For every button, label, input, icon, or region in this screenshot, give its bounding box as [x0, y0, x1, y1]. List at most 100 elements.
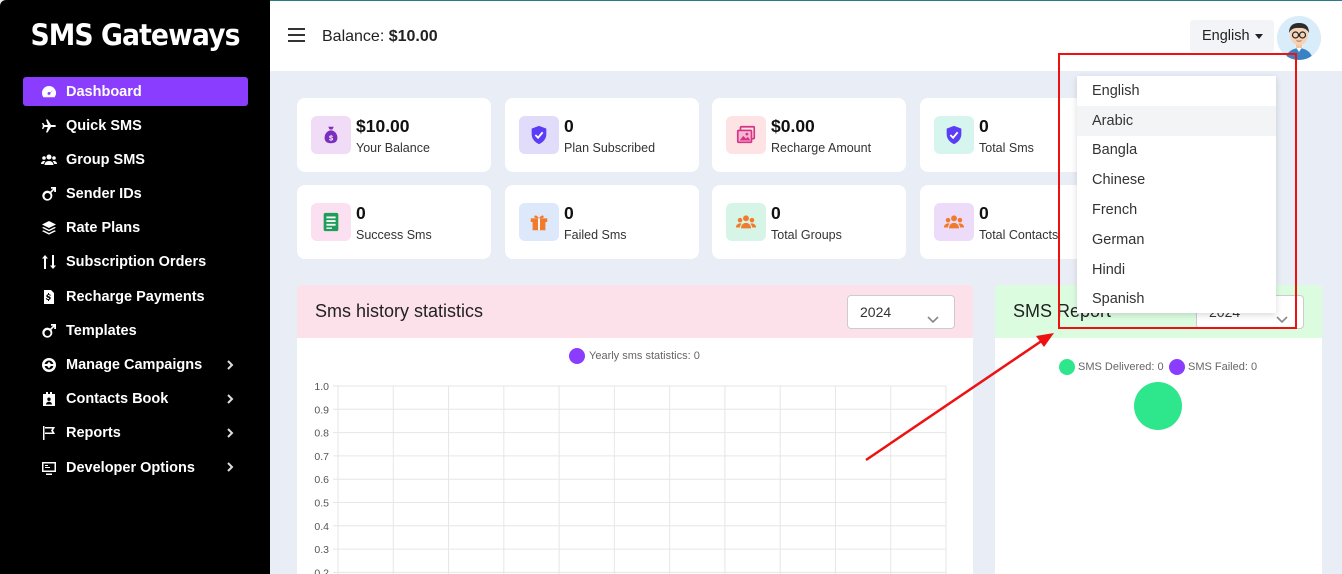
- stat-value: 0: [356, 203, 366, 223]
- chevron-right-icon: [224, 359, 236, 371]
- sidebar-item-label: Subscription Orders: [66, 254, 207, 271]
- legend-swatch: [569, 348, 585, 364]
- history-year-select[interactable]: 2024: [847, 295, 955, 329]
- chevron-down-icon: [926, 305, 940, 324]
- sidebar-item-manage-campaigns[interactable]: Manage Campaigns: [23, 351, 248, 380]
- stat-value: 0: [979, 203, 989, 223]
- stat-card-your-balance: $ $10.00 Your Balance: [297, 98, 491, 172]
- campaign-icon: [40, 357, 58, 373]
- gauge-icon: [40, 84, 58, 100]
- y-tick-label: 0.6: [314, 474, 329, 486]
- shield-check-icon: [934, 116, 974, 154]
- language-selector[interactable]: English: [1190, 20, 1274, 52]
- contact-card-icon: [40, 391, 58, 407]
- stat-card-total-groups: 0 Total Groups: [712, 185, 906, 259]
- y-tick-label: 0.4: [314, 521, 329, 533]
- menu-toggle-icon[interactable]: [288, 28, 305, 42]
- y-tick-label: 0.5: [314, 498, 329, 510]
- money-bag-icon: $: [311, 116, 351, 154]
- balance-display: Balance: $10.00: [322, 28, 438, 46]
- gift-icon: [519, 203, 559, 241]
- stat-label: Failed Sms: [564, 228, 627, 242]
- sidebar-item-quick-sms[interactable]: Quick SMS: [23, 111, 248, 140]
- stat-card-plan-subscribed: 0 Plan Subscribed: [505, 98, 699, 172]
- y-tick-label: 1.0: [314, 381, 329, 393]
- stat-value: $10.00: [356, 116, 410, 136]
- y-tick-label: 0.2: [314, 567, 329, 574]
- annotation-highlight-box: [1058, 53, 1297, 329]
- sidebar-item-reports[interactable]: Reports: [23, 419, 248, 448]
- group-icon: [726, 203, 766, 241]
- sms-history-title: Sms history statistics: [315, 301, 484, 321]
- sheet-icon: [311, 203, 351, 241]
- sidebar-item-label: Dashboard: [66, 83, 142, 100]
- sidebar-item-sender-ids[interactable]: Sender IDs: [23, 180, 248, 209]
- invoice-icon: [40, 289, 58, 305]
- legend-label: Yearly sms statistics: 0: [589, 350, 700, 362]
- legend-label: SMS Delivered: 0: [1078, 361, 1164, 373]
- balance-value: $10.00: [388, 28, 438, 45]
- sidebar-item-contacts-book[interactable]: Contacts Book: [23, 385, 248, 414]
- stat-label: Recharge Amount: [771, 141, 872, 155]
- male-icon: [40, 323, 58, 339]
- sidebar-item-label: Rate Plans: [66, 220, 141, 237]
- layers-icon: [40, 220, 58, 236]
- sort-icon: [40, 254, 58, 270]
- sidebar-item-subscription-orders[interactable]: Subscription Orders: [23, 248, 248, 277]
- sidebar-item-developer-options[interactable]: Developer Options: [23, 453, 248, 482]
- sidebar-item-rate-plans[interactable]: Rate Plans: [23, 214, 248, 243]
- pie-slice: [1134, 382, 1182, 430]
- sidebar-item-recharge-payments[interactable]: Recharge Payments: [23, 282, 248, 311]
- line-legend: Yearly sms statistics: 0: [569, 348, 700, 364]
- stat-label: Success Sms: [356, 228, 432, 242]
- flag-icon: [40, 425, 58, 441]
- svg-text:$: $: [329, 134, 333, 143]
- images-icon: [726, 116, 766, 154]
- stat-label: Total Contacts: [979, 228, 1059, 242]
- stat-label: Total Groups: [771, 228, 842, 242]
- sms-history-panel: Sms history statistics 2024 Yearly sms s…: [297, 285, 973, 574]
- plane-icon: [40, 118, 58, 134]
- sidebar-item-dashboard[interactable]: Dashboard: [23, 77, 248, 106]
- sidebar-item-group-sms[interactable]: Group SMS: [23, 145, 248, 174]
- chevron-right-icon: [224, 427, 236, 439]
- legend-swatch: [1059, 359, 1075, 375]
- stat-value: 0: [979, 116, 989, 136]
- sms-history-panel-header: Sms history statistics 2024: [297, 285, 973, 338]
- legend-label: SMS Failed: 0: [1188, 361, 1257, 373]
- group-icon: [934, 203, 974, 241]
- sidebar-item-label: Group SMS: [66, 151, 145, 168]
- sidebar-item-templates[interactable]: Templates: [23, 316, 248, 345]
- balance-label: Balance:: [322, 28, 385, 45]
- sidebar: SMS Gateways Dashboard Quick SMS Group S…: [0, 0, 270, 574]
- stat-label: Total Sms: [979, 141, 1034, 155]
- stat-label: Plan Subscribed: [564, 141, 656, 155]
- sidebar-item-label: Recharge Payments: [66, 288, 205, 305]
- history-year-value: 2024: [860, 304, 892, 320]
- y-tick-label: 0.8: [314, 428, 329, 440]
- stat-value: 0: [564, 203, 574, 223]
- brand-logo[interactable]: SMS Gateways: [11, 18, 259, 52]
- y-tick-label: 0.9: [314, 404, 329, 416]
- language-selector-label: English: [1202, 28, 1250, 44]
- chevron-right-icon: [224, 461, 236, 473]
- sidebar-item-label: Manage Campaigns: [66, 357, 203, 373]
- users-icon: [40, 152, 58, 168]
- legend-swatch: [1169, 359, 1185, 375]
- y-tick-label: 0.7: [314, 451, 329, 463]
- stat-card-recharge-amount: $0.00 Recharge Amount: [712, 98, 906, 172]
- male-icon: [40, 186, 58, 202]
- y-tick-label: 0.3: [314, 544, 329, 556]
- stat-value: $0.00: [771, 116, 815, 136]
- stat-card-failed-sms: 0 Failed Sms: [505, 185, 699, 259]
- sidebar-nav: Dashboard Quick SMS Group SMS Sender IDs…: [23, 77, 248, 487]
- sms-report-chart: SMS Delivered: 0 SMS Failed: 0: [1059, 359, 1257, 430]
- sidebar-item-label: Reports: [66, 425, 121, 442]
- stat-card-success-sms: 0 Success Sms: [297, 185, 491, 259]
- stat-value: 0: [564, 116, 574, 136]
- monitor-icon: [40, 460, 58, 476]
- sidebar-item-label: Contacts Book: [66, 391, 169, 408]
- sidebar-item-label: Developer Options: [66, 459, 195, 476]
- caret-down-icon: [1255, 34, 1263, 39]
- shield-check-icon: [519, 116, 559, 154]
